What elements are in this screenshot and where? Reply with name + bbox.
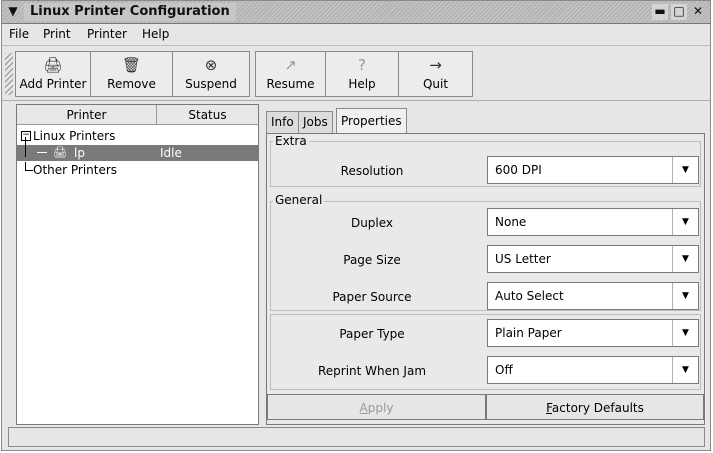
apply-label: Apply — [359, 401, 394, 415]
menu-bar: File Print Printer Help — [2, 24, 710, 46]
duplex-label: Duplex — [350, 216, 394, 230]
menu-print[interactable]: Print — [43, 27, 71, 41]
printer-status: Idle — [160, 146, 182, 160]
column-header-printer[interactable]: Printer — [17, 105, 157, 125]
suspend-button[interactable]: ⊗ Suspend — [172, 51, 250, 97]
title-bar[interactable]: ▼ Linux Printer Configuration ▬ □ ✕ — [2, 1, 710, 24]
printer-icon: 🖨 — [43, 56, 63, 74]
resolution-select[interactable]: 600 DPI ▼ — [487, 156, 699, 184]
group-label: Linux Printers — [33, 129, 116, 143]
column-header-status[interactable]: Status — [157, 105, 258, 125]
quit-icon: → — [429, 56, 442, 74]
tab-jobs[interactable]: Jobs — [298, 111, 333, 133]
tree-line — [25, 137, 26, 157]
factory-defaults-button[interactable]: Factory Defaults — [486, 394, 704, 420]
general-group-title: General — [273, 193, 325, 207]
apply-button[interactable]: Apply — [267, 394, 486, 420]
chevron-down-icon[interactable]: ▼ — [672, 283, 698, 309]
chevron-down-icon[interactable]: ▼ — [672, 320, 698, 346]
status-bar — [8, 427, 705, 447]
chevron-down-icon[interactable]: ▼ — [672, 246, 698, 272]
page-size-label: Page Size — [343, 253, 401, 267]
paper-type-label: Paper Type — [339, 327, 405, 341]
printer-row-lp[interactable]: printer-icon 🖨 lp Idle — [17, 145, 258, 161]
paper-type-select[interactable]: Plain Paper ▼ — [487, 319, 699, 347]
resume-label: Resume — [266, 77, 315, 91]
duplex-value: None — [495, 215, 527, 229]
reprint-when-jam-select[interactable]: Off ▼ — [487, 356, 699, 384]
minimize-icon[interactable]: ▬ — [652, 4, 668, 20]
chevron-down-icon[interactable]: ▼ — [672, 209, 698, 235]
close-icon[interactable]: ✕ — [690, 4, 706, 20]
collapse-icon[interactable]: − — [21, 131, 31, 141]
resume-button[interactable]: ↗ Resume — [255, 51, 326, 97]
paper-type-value: Plain Paper — [495, 326, 562, 340]
factory-defaults-label: Factory Defaults — [546, 401, 644, 415]
resolution-label: Resolution — [340, 164, 404, 178]
maximize-icon[interactable]: □ — [671, 4, 687, 20]
extra-group-title: Extra — [273, 134, 309, 148]
group-label: Other Printers — [33, 163, 118, 177]
remove-button[interactable]: 🗑 Remove — [90, 51, 173, 97]
remove-label: Remove — [107, 77, 156, 91]
chevron-down-icon[interactable]: ▼ — [672, 157, 698, 183]
add-printer-button[interactable]: 🖨 Add Printer — [15, 51, 91, 97]
menu-printer[interactable]: Printer — [87, 27, 127, 41]
tree-connector — [37, 152, 47, 153]
paper-source-value: Auto Select — [495, 289, 564, 303]
printer-list-panel: Printer Status − Linux Printers printer-… — [16, 104, 259, 425]
add-printer-label: Add Printer — [19, 77, 87, 91]
window-menu-icon[interactable]: ▼ — [5, 3, 21, 19]
tree-line — [25, 162, 26, 170]
menu-file[interactable]: File — [9, 27, 29, 41]
resolution-value: 600 DPI — [495, 163, 542, 177]
printer-name: lp — [74, 146, 85, 160]
tree-group-other-printers[interactable]: Other Printers — [17, 162, 258, 178]
help-icon: ? — [358, 56, 366, 74]
tree-line — [25, 170, 33, 171]
help-button[interactable]: ? Help — [325, 51, 399, 97]
suspend-label: Suspend — [185, 77, 237, 91]
quit-button[interactable]: → Quit — [398, 51, 473, 97]
tab-properties[interactable]: Properties — [336, 108, 407, 134]
tab-info[interactable]: Info — [266, 111, 299, 133]
page-size-value: US Letter — [495, 252, 551, 266]
resume-arrow-icon: ↗ — [284, 56, 297, 74]
app-window: ▼ Linux Printer Configuration ▬ □ ✕ File… — [1, 0, 711, 451]
reprint-when-jam-label: Reprint When Jam — [317, 364, 427, 378]
quit-label: Quit — [422, 77, 449, 91]
help-label: Help — [348, 77, 376, 91]
toolbar: 🖨 Add Printer 🗑 Remove ⊗ Suspend ↗ Resum… — [2, 46, 710, 101]
window-title: Linux Printer Configuration — [24, 3, 236, 21]
paper-source-select[interactable]: Auto Select ▼ — [487, 282, 699, 310]
properties-panel: Extra Resolution 600 DPI ▼ General Duple… — [266, 133, 705, 425]
chevron-down-icon[interactable]: ▼ — [672, 357, 698, 383]
paper-source-label: Paper Source — [332, 290, 412, 304]
duplex-select[interactable]: None ▼ — [487, 208, 699, 236]
stop-icon: ⊗ — [204, 56, 218, 74]
page-size-select[interactable]: US Letter ▼ — [487, 245, 699, 273]
toolbar-grip-handle[interactable] — [5, 53, 13, 95]
menu-help[interactable]: Help — [142, 27, 169, 41]
reprint-when-jam-value: Off — [495, 363, 513, 377]
printer-row-icon: 🖨 — [53, 146, 67, 159]
tree-group-linux-printers[interactable]: − Linux Printers — [17, 128, 258, 144]
trash-icon: 🗑 — [121, 56, 142, 74]
